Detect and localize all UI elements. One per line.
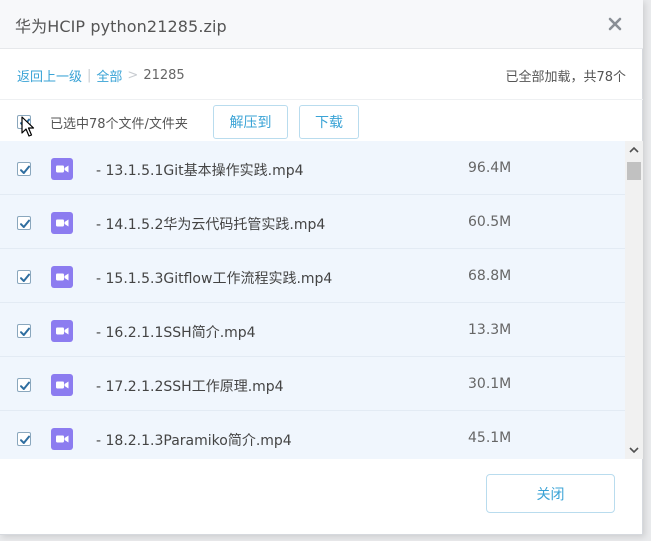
file-name[interactable]: - 13.1.5.1Git基本操作实践.mp4 [96, 160, 304, 180]
selected-count-text: 已选中78个文件/文件夹 [50, 117, 188, 132]
video-file-icon [50, 265, 74, 289]
file-row[interactable]: - 17.2.1.2SSH工作原理.mp4 30.1M [0, 357, 625, 411]
video-file-icon [50, 211, 74, 235]
scroll-up-arrow-icon[interactable] [625, 141, 643, 159]
extract-to-button[interactable]: 解压到 [213, 105, 288, 139]
file-row[interactable]: - 18.2.1.3Paramiko简介.mp4 45.1M [0, 411, 625, 459]
video-file-icon [50, 427, 74, 451]
file-row[interactable]: - 13.1.5.1Git基本操作实践.mp4 96.4M [0, 141, 625, 195]
video-file-icon [50, 373, 74, 397]
file-size: 30.1M [468, 376, 512, 392]
file-size: 45.1M [468, 430, 512, 446]
dialog-header: 华为HCIP python21285.zip [0, 0, 643, 49]
file-size: 68.8M [468, 268, 512, 284]
file-preview-dialog: 华为HCIP python21285.zip 返回上一级 | 全部 > 2128… [0, 0, 643, 535]
file-list: - 13.1.5.1Git基本操作实践.mp4 96.4M - 14.1.5.2… [0, 141, 643, 459]
breadcrumb-current: 21285 [143, 68, 185, 83]
file-rows: - 13.1.5.1Git基本操作实践.mp4 96.4M - 14.1.5.2… [0, 141, 625, 459]
file-size: 13.3M [468, 322, 512, 338]
file-checkbox[interactable] [17, 162, 31, 176]
file-checkbox[interactable] [17, 216, 31, 230]
breadcrumb-arrow: > [127, 68, 139, 83]
file-checkbox[interactable] [17, 432, 31, 446]
file-name[interactable]: - 15.1.5.3Gitflow工作流程实践.mp4 [96, 268, 332, 288]
breadcrumb-divider: | [87, 68, 92, 83]
breadcrumb: 返回上一级 | 全部 > 21285 [17, 66, 185, 85]
vertical-scrollbar[interactable] [625, 141, 643, 459]
dialog-title: 华为HCIP python21285.zip [15, 17, 227, 36]
file-checkbox[interactable] [17, 324, 31, 338]
download-button[interactable]: 下载 [299, 105, 359, 139]
scrollbar-thumb[interactable] [627, 162, 641, 180]
file-row[interactable]: - 15.1.5.3Gitflow工作流程实践.mp4 68.8M [0, 249, 625, 303]
divider [0, 99, 643, 100]
file-size: 96.4M [468, 160, 512, 176]
file-name[interactable]: - 17.2.1.2SSH工作原理.mp4 [96, 376, 284, 396]
loaded-status: 已全部加载，共78个 [505, 70, 626, 85]
file-name[interactable]: - 16.2.1.1SSH简介.mp4 [96, 322, 256, 342]
video-file-icon [50, 319, 74, 343]
file-name[interactable]: - 14.1.5.2华为云代码托管实践.mp4 [96, 214, 325, 234]
file-row[interactable]: - 16.2.1.1SSH简介.mp4 13.3M [0, 303, 625, 357]
mouse-cursor-icon [21, 116, 35, 138]
close-icon[interactable] [603, 12, 627, 36]
file-row[interactable]: - 14.1.5.2华为云代码托管实践.mp4 60.5M [0, 195, 625, 249]
file-checkbox[interactable] [17, 270, 31, 284]
breadcrumb-back-link[interactable]: 返回上一级 [17, 66, 82, 85]
file-name[interactable]: - 18.2.1.3Paramiko简介.mp4 [96, 430, 292, 450]
close-button[interactable]: 关闭 [486, 474, 615, 513]
file-size: 60.5M [468, 214, 512, 230]
breadcrumb-all-link[interactable]: 全部 [96, 66, 122, 85]
scroll-down-arrow-icon[interactable] [625, 441, 643, 459]
file-checkbox[interactable] [17, 378, 31, 392]
video-file-icon [50, 157, 74, 181]
